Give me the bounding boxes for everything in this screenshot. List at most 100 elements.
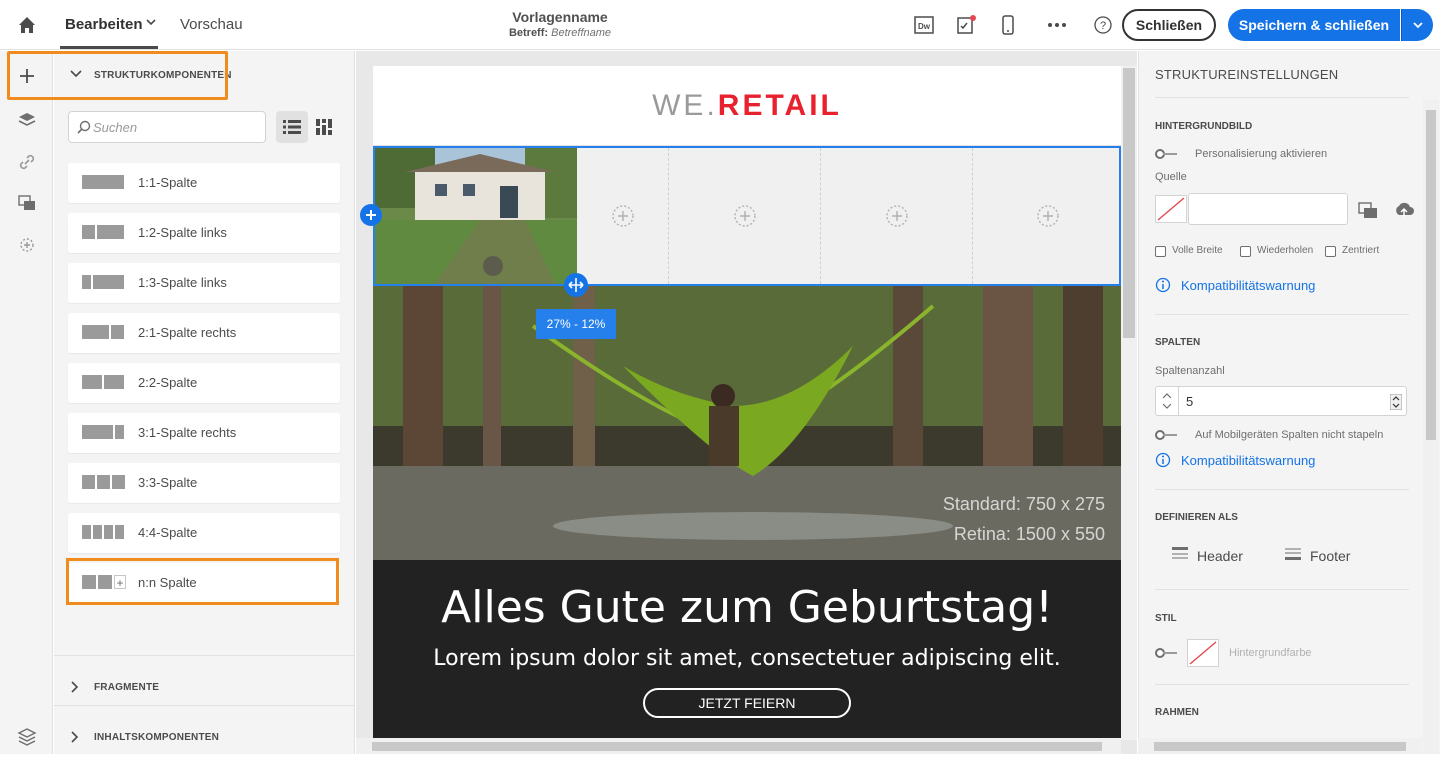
plus-icon	[366, 210, 376, 220]
structure-component-item[interactable]: 3:1-Spalte rechts	[68, 413, 340, 453]
structure-component-item[interactable]: 1:3-Spalte links	[68, 263, 340, 303]
stepper-arrows-icon[interactable]	[1160, 390, 1174, 412]
columns-count-stepper[interactable]: 5	[1155, 386, 1407, 416]
personalization-icon[interactable]	[16, 234, 38, 256]
full-width-checkbox[interactable]	[1155, 246, 1166, 257]
logo-dot: .	[706, 89, 718, 122]
border-section: RAHMEN	[1155, 707, 1199, 718]
source-label: Quelle	[1155, 171, 1187, 183]
personalization-toggle[interactable]	[1155, 149, 1177, 159]
upload-icon[interactable]	[1393, 199, 1415, 221]
full-width-label: Volle Breite	[1172, 245, 1223, 256]
cta-button[interactable]: JETZT FEIERN	[643, 688, 851, 718]
centered-label: Zentriert	[1342, 245, 1380, 256]
structure-component-label: 1:3-Spalte links	[138, 275, 227, 290]
bg-color-toggle[interactable]	[1155, 648, 1177, 658]
divider	[54, 655, 355, 656]
grid-icon	[316, 119, 332, 135]
list-view-button[interactable]	[276, 111, 308, 143]
bg-color-swatch[interactable]	[1187, 639, 1219, 667]
hero-text-block[interactable]: Alles Gute zum Geburtstag! Lorem ipsum d…	[373, 560, 1121, 740]
tab-edit[interactable]: Bearbeiten	[65, 16, 143, 33]
settings-horizontal-scrollbar[interactable]	[1138, 738, 1422, 754]
structure-component-item[interactable]: 2:2-Spalte	[68, 363, 340, 403]
repeat-checkbox[interactable]	[1240, 246, 1251, 257]
column-resize-handle[interactable]	[564, 273, 588, 297]
settings-title: STRUKTUREINSTELLUNGEN	[1155, 67, 1339, 82]
checklist-icon[interactable]	[955, 14, 977, 36]
save-and-close-button[interactable]: Speichern & schließen	[1228, 9, 1400, 41]
help-layers-icon[interactable]	[16, 726, 38, 748]
scroll-thumb[interactable]	[1426, 110, 1436, 440]
compat-warning-link[interactable]: Kompatibilitätswarnung	[1181, 278, 1315, 293]
section-fragments-label: FRAGMENTE	[94, 682, 160, 693]
hammock-image[interactable]: Standard: 750 x 275 Retina: 1500 x 550	[373, 286, 1121, 560]
column-layout-icon	[82, 225, 130, 239]
empty-column[interactable]	[973, 148, 1121, 284]
divider	[1155, 684, 1409, 685]
chevron-right-icon	[71, 681, 79, 693]
columns-section: SPALTEN	[1155, 337, 1201, 348]
paragraph: Lorem ipsum dolor sit amet, consectetuer…	[433, 646, 1061, 671]
settings-scrollbar[interactable]	[1423, 100, 1439, 754]
no-color-icon	[1189, 641, 1217, 665]
image-size-retina: Retina: 1500 x 550	[953, 524, 1105, 544]
empty-column[interactable]	[669, 148, 821, 284]
section-fragments[interactable]: FRAGMENTE	[54, 663, 355, 711]
dreamweaver-icon[interactable]: Dw	[913, 14, 935, 36]
source-swatch[interactable]	[1155, 195, 1187, 223]
more-icon[interactable]	[1046, 14, 1068, 36]
hammock-photo	[373, 286, 1121, 560]
tab-preview[interactable]: Vorschau	[180, 16, 243, 33]
spin-icon[interactable]	[1390, 394, 1402, 410]
info-icon	[1155, 452, 1171, 468]
grid-view-button[interactable]	[308, 111, 340, 143]
structure-add-handle[interactable]	[360, 204, 382, 226]
structure-component-item[interactable]: 4:4-Spalte	[68, 513, 340, 553]
source-input[interactable]	[1188, 193, 1348, 225]
structure-component-item[interactable]: 3:3-Spalte	[68, 463, 340, 503]
add-content-icon	[1037, 205, 1059, 227]
bg-image-section: HINTERGRUNDBILD	[1155, 121, 1253, 132]
centered-checkbox[interactable]	[1325, 246, 1336, 257]
structure-component-item[interactable]: 1:1-Spalte	[68, 163, 340, 203]
layers-icon[interactable]	[16, 109, 38, 131]
no-stack-toggle[interactable]	[1155, 430, 1177, 440]
chevron-down-icon[interactable]	[146, 17, 156, 27]
empty-column[interactable]	[821, 148, 973, 284]
divider	[1155, 589, 1409, 590]
house-image[interactable]	[375, 148, 577, 284]
chevron-down-icon	[1413, 22, 1423, 29]
canvas-horizontal-scrollbar[interactable]	[356, 738, 1121, 754]
empty-column[interactable]	[577, 148, 669, 284]
help-icon[interactable]: ?	[1092, 14, 1114, 36]
add-content-icon	[611, 205, 634, 227]
column-layout-icon	[82, 425, 130, 439]
scroll-thumb[interactable]	[372, 742, 1102, 751]
search-input[interactable]: Suchen	[68, 111, 266, 143]
headline: Alles Gute zum Geburtstag!	[441, 582, 1053, 633]
link-icon[interactable]	[16, 151, 38, 173]
logo-block[interactable]: WE.RETAIL	[373, 66, 1121, 146]
compat-warning-link-2[interactable]: Kompatibilitätswarnung	[1181, 453, 1315, 468]
divider	[1155, 314, 1409, 315]
template-name: Vorlagenname	[512, 9, 608, 25]
scroll-thumb[interactable]	[1123, 68, 1135, 338]
structure-component-item[interactable]: 1:2-Spalte links	[68, 213, 340, 253]
column-layout-icon	[82, 325, 130, 339]
close-button[interactable]: Schließen	[1122, 9, 1216, 41]
image-assets-icon[interactable]	[1357, 199, 1379, 221]
divider	[1155, 97, 1409, 98]
selected-structure[interactable]	[373, 146, 1121, 286]
structure-component-item[interactable]: 2:1-Spalte rechts	[68, 313, 340, 353]
house-photo	[375, 148, 577, 284]
highlight-nn-column	[66, 558, 339, 605]
define-footer-button[interactable]: Footer	[1310, 548, 1350, 564]
save-options-button[interactable]	[1401, 9, 1433, 41]
canvas-vertical-scrollbar[interactable]	[1121, 66, 1137, 740]
mobile-preview-icon[interactable]	[997, 14, 1019, 36]
define-header-button[interactable]: Header	[1197, 548, 1243, 564]
home-icon[interactable]	[16, 14, 38, 36]
image-assets-icon[interactable]	[16, 192, 38, 214]
scroll-thumb[interactable]	[1154, 742, 1406, 751]
